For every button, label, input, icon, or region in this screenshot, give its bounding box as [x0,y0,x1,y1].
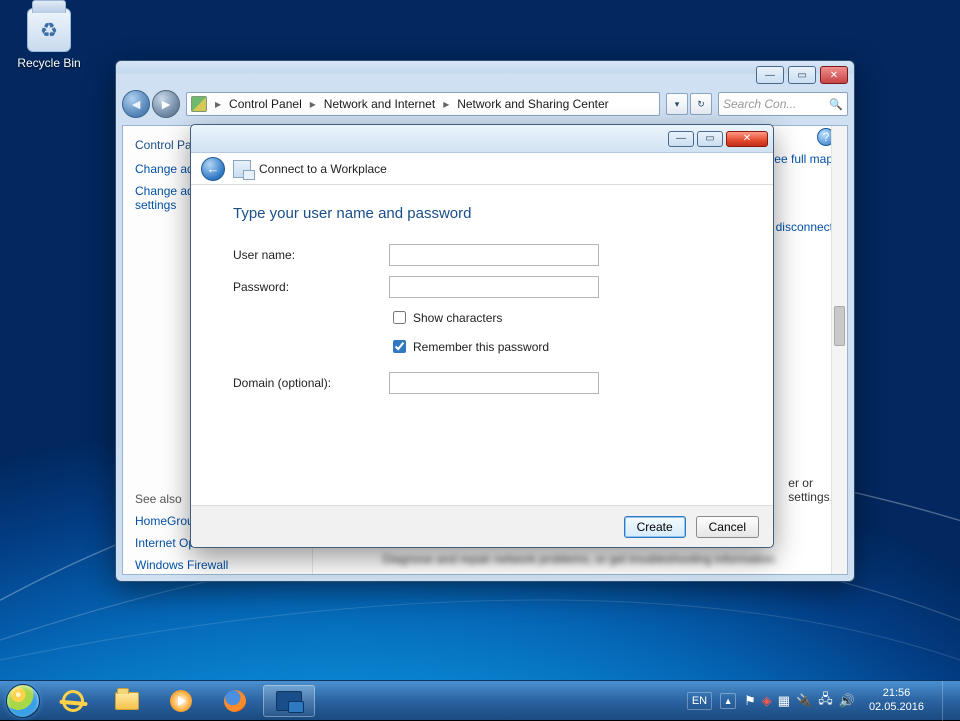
dialog-instruction: Type your user name and password [233,205,731,222]
recycle-bin-label: Recycle Bin [17,56,80,70]
taskbar-explorer[interactable] [101,685,153,717]
network-tray-icon[interactable]: 🖧 [818,690,833,712]
dialog-title: Connect to a Workplace [259,162,387,176]
remember-password-label[interactable]: Remember this password [413,340,549,354]
desktop: Recycle Bin — ▭ ✕ ◄ ► ▸ Control Panel ▸ … [0,0,960,720]
show-characters-label[interactable]: Show characters [413,311,502,325]
settings-hint: er orsettings. [788,476,833,504]
breadcrumb[interactable]: Network and Internet [324,97,435,111]
security-shield-icon[interactable]: ◈ [762,693,772,709]
search-input[interactable]: Search Con... [718,92,848,116]
username-label: User name: [233,248,389,262]
taskbar-network-center[interactable] [263,685,315,717]
password-input[interactable] [389,276,599,298]
see-also-firewall[interactable]: Windows Firewall [135,558,300,572]
start-button[interactable] [0,681,46,721]
ie-icon [60,687,87,714]
wmp-icon [170,690,192,712]
clock[interactable]: 21:56 02.05.2016 [863,687,930,715]
language-indicator[interactable]: EN [687,692,712,710]
create-button[interactable]: Create [624,516,686,538]
taskbar[interactable]: EN ▲ ⚑ ◈ ▦ 🔌 🖧 🔊 21:56 02.05.2016 [0,680,960,720]
domain-label: Domain (optional): [233,376,389,390]
nav-forward-button[interactable]: ► [152,90,180,118]
folder-icon [115,692,139,710]
dialog-maximize-button[interactable]: ▭ [697,131,723,147]
show-desktop-button[interactable] [942,681,952,721]
chevron-right-icon: ▸ [441,97,451,111]
show-characters-checkbox[interactable] [393,311,406,324]
power-plug-icon[interactable]: 🔌 [796,693,812,709]
dialog-body: Type your user name and password User na… [191,185,773,424]
cancel-button[interactable]: Cancel [696,516,759,538]
cp-close-button[interactable]: ✕ [820,66,848,84]
chevron-right-icon: ▸ [308,97,318,111]
volume-icon[interactable]: 🔊 [839,693,855,709]
clock-date: 02.05.2016 [869,701,924,715]
network-center-icon [276,691,302,711]
domain-input[interactable] [389,372,599,394]
dialog-header: ← Connect to a Workplace [191,153,773,185]
diagnose-text: Diagnose and repair network problems, or… [313,552,847,566]
remember-password-checkbox[interactable] [393,340,406,353]
cp-maximize-button[interactable]: ▭ [788,66,816,84]
nav-back-button[interactable]: ◄ [122,90,150,118]
scrollbar[interactable] [831,126,847,574]
window-tray-icon[interactable]: ▦ [778,693,790,709]
dialog-footer: Create Cancel [191,505,773,547]
username-input[interactable] [389,244,599,266]
taskbar-ie[interactable] [47,685,99,717]
search-placeholder: Search Con... [723,97,796,111]
address-dropdown-button[interactable]: ▾ [666,93,688,115]
chevron-right-icon: ▸ [213,97,223,111]
recycle-bin-icon [27,8,71,52]
tray-overflow-button[interactable]: ▲ [720,693,736,709]
recycle-bin[interactable]: Recycle Bin [10,8,88,70]
dialog-minimize-button[interactable]: — [668,131,694,147]
connect-workplace-dialog: — ▭ ✕ ← Connect to a Workplace Type your… [190,124,774,548]
address-bar[interactable]: ▸ Control Panel ▸ Network and Internet ▸… [186,92,660,116]
breadcrumb[interactable]: Control Panel [229,97,302,111]
cp-minimize-button[interactable]: — [756,66,784,84]
taskbar-firefox[interactable] [209,685,261,717]
breadcrumb[interactable]: Network and Sharing Center [457,97,608,111]
system-tray: EN ▲ ⚑ ◈ ▦ 🔌 🖧 🔊 21:56 02.05.2016 [685,681,954,721]
password-label: Password: [233,280,389,294]
wizard-back-button[interactable]: ← [201,157,225,181]
scrollbar-thumb[interactable] [834,306,845,346]
taskbar-media-player[interactable] [155,685,207,717]
start-orb-icon [6,684,40,718]
control-panel-icon [191,96,207,112]
firefox-icon [224,690,246,712]
cp-toolbar: ◄ ► ▸ Control Panel ▸ Network and Intern… [122,89,848,119]
cp-titlebar[interactable]: — ▭ ✕ [116,61,854,89]
clock-time: 21:56 [869,687,924,701]
dialog-titlebar[interactable]: — ▭ ✕ [191,125,773,153]
see-full-map-link[interactable]: See full map [766,152,833,166]
workplace-icon [233,160,251,178]
refresh-button[interactable]: ↻ [690,93,712,115]
dialog-close-button[interactable]: ✕ [726,131,768,147]
action-center-icon[interactable]: ⚑ [744,693,756,709]
